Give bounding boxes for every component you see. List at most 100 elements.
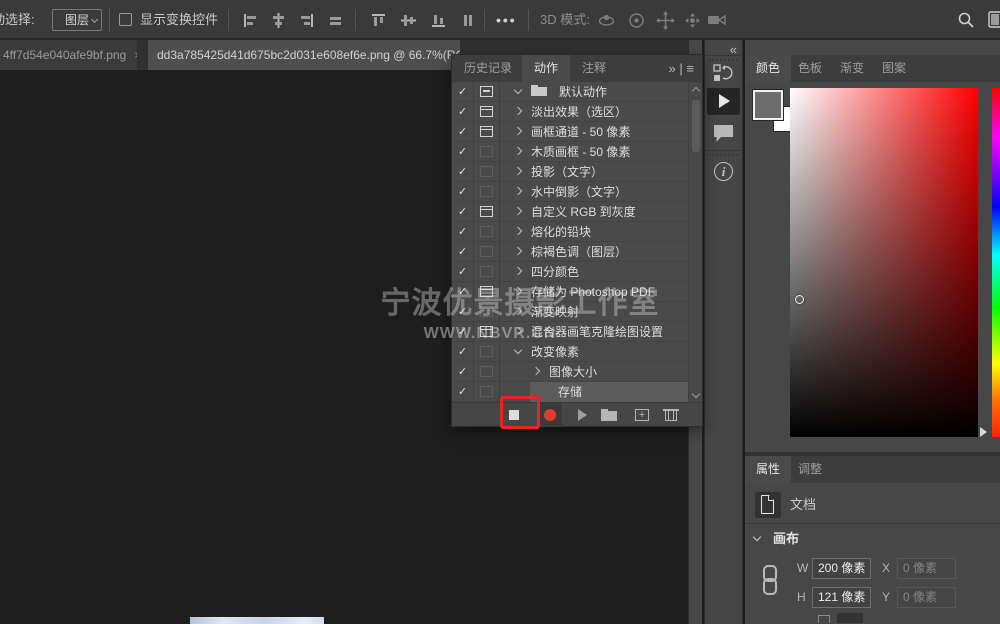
dialog-toggle-cell[interactable]	[474, 102, 500, 122]
action-enabled-checkmark[interactable]: ✓	[452, 102, 474, 122]
align-horizontal-centers-icon[interactable]	[270, 12, 287, 29]
search-icon[interactable]	[957, 11, 974, 28]
disclosure-arrow-icon[interactable]	[512, 265, 525, 278]
action-enabled-checkmark[interactable]: ✓	[452, 262, 474, 282]
dialog-toggle-cell[interactable]	[474, 122, 500, 142]
action-row-content[interactable]: 渐变映射	[500, 302, 688, 322]
dialog-toggle-cell[interactable]	[474, 242, 500, 262]
action-row[interactable]: ✓ 木质画框 - 50 像素	[452, 142, 688, 162]
dialog-toggle-cell[interactable]	[474, 382, 500, 402]
dialog-toggle-cell[interactable]	[474, 362, 500, 382]
3d-roll-icon[interactable]	[627, 11, 644, 28]
expand-panel-icon[interactable]: »	[669, 61, 676, 76]
scroll-up-icon[interactable]	[692, 86, 699, 93]
dialog-toggle-cell[interactable]	[474, 182, 500, 202]
action-enabled-checkmark[interactable]: ✓	[452, 142, 474, 162]
action-row[interactable]: ✓ 存储	[452, 382, 688, 402]
action-row[interactable]: ✓ 自定义 RGB 到灰度	[452, 202, 688, 222]
color-picker-marker[interactable]	[795, 295, 804, 304]
action-enabled-checkmark[interactable]: ✓	[452, 202, 474, 222]
saturation-brightness-field[interactable]	[790, 88, 978, 437]
disclosure-arrow-icon[interactable]	[512, 165, 525, 178]
dialog-toggle-cell[interactable]	[474, 142, 500, 162]
tab-actions[interactable]: 动作	[522, 55, 570, 82]
history-panel-icon[interactable]	[713, 64, 735, 88]
dialog-toggle-cell[interactable]	[474, 302, 500, 322]
show-transform-checkbox[interactable]	[119, 13, 132, 26]
action-row[interactable]: ✓ 默认动作	[452, 82, 688, 102]
workspace-switcher-icon[interactable]	[988, 11, 1000, 28]
distribute-vertical-icon[interactable]	[459, 12, 476, 29]
action-row[interactable]: ✓ 改变像素	[452, 342, 688, 362]
action-enabled-checkmark[interactable]: ✓	[452, 322, 474, 342]
dock-grip[interactable]	[709, 59, 738, 61]
action-row-content[interactable]: 存储为 Photoshop PDF	[500, 282, 688, 302]
new-action-set-button[interactable]	[598, 403, 620, 427]
notes-panel-icon[interactable]	[713, 124, 735, 149]
align-top-edges-icon[interactable]	[370, 12, 387, 29]
x-field[interactable]: 0 像素	[897, 558, 956, 579]
chevron-down-icon[interactable]	[753, 534, 762, 543]
action-row-content[interactable]: 四分颜色	[500, 262, 688, 282]
disclosure-arrow-icon[interactable]	[512, 325, 525, 338]
dialog-toggle-cell[interactable]	[474, 82, 500, 102]
close-tab-icon[interactable]: ×	[134, 48, 137, 62]
foreground-color-swatch[interactable]	[753, 90, 783, 120]
action-row-content[interactable]: 水中倒影（文字）	[500, 182, 688, 202]
disclosure-arrow-icon[interactable]	[512, 225, 525, 238]
play-action-button[interactable]	[572, 403, 592, 427]
document-tab-inactive[interactable]: 4ff7d54e040afe9bf.png×	[0, 40, 137, 70]
action-row[interactable]: ✓ 图像大小	[452, 362, 688, 382]
action-row-content[interactable]: 混合器画笔克隆绘图设置	[500, 322, 688, 342]
dialog-toggle-cell[interactable]	[474, 162, 500, 182]
dialog-toggle-cell[interactable]	[474, 282, 500, 302]
dialog-toggle-cell[interactable]	[474, 322, 500, 342]
tab-properties[interactable]: 属性	[745, 456, 791, 483]
action-row-content[interactable]: 默认动作	[500, 82, 688, 102]
action-row-content[interactable]: 熔化的铅块	[500, 222, 688, 242]
disclosure-arrow-icon[interactable]	[512, 285, 525, 298]
panel-menu-icon[interactable]: ≡	[686, 61, 694, 76]
tab-color[interactable]: 颜色	[745, 55, 791, 82]
dialog-toggle-cell[interactable]	[474, 342, 500, 362]
action-enabled-checkmark[interactable]: ✓	[452, 82, 474, 102]
dialog-toggle-cell[interactable]	[474, 262, 500, 282]
dialog-toggle-cell[interactable]	[474, 202, 500, 222]
action-row[interactable]: ✓ 熔化的铅块	[452, 222, 688, 242]
disclosure-arrow-icon[interactable]	[512, 85, 525, 98]
scroll-down-icon[interactable]	[692, 391, 699, 398]
y-field[interactable]: 0 像素	[897, 587, 956, 608]
3d-slide-icon[interactable]	[683, 11, 700, 28]
action-enabled-checkmark[interactable]: ✓	[452, 302, 474, 322]
tab-adjustments[interactable]: 调整	[787, 456, 833, 483]
actions-panel-icon[interactable]	[707, 88, 740, 115]
3d-camera-icon[interactable]	[707, 12, 724, 29]
disclosure-arrow-icon[interactable]	[512, 245, 525, 258]
action-enabled-checkmark[interactable]: ✓	[452, 182, 474, 202]
scrollbar[interactable]	[688, 82, 702, 402]
action-row-content[interactable]: 改变像素	[500, 342, 688, 362]
disclosure-arrow-icon[interactable]	[512, 185, 525, 198]
document-properties-button[interactable]	[755, 492, 781, 518]
action-enabled-checkmark[interactable]: ✓	[452, 242, 474, 262]
align-vertical-centers-icon[interactable]	[400, 12, 417, 29]
action-row-content[interactable]: 木质画框 - 50 像素	[500, 142, 688, 162]
distribute-horizontal-icon[interactable]	[327, 12, 344, 29]
hue-slider-marker[interactable]	[980, 427, 987, 437]
begin-recording-button[interactable]	[538, 403, 562, 427]
action-row[interactable]: ✓ 四分颜色	[452, 262, 688, 282]
more-options-button[interactable]: •••	[496, 0, 517, 40]
action-row[interactable]: ✓ 渐变映射	[452, 302, 688, 322]
action-row[interactable]: ✓ 画框通道 - 50 像素	[452, 122, 688, 142]
align-bottom-edges-icon[interactable]	[430, 12, 447, 29]
action-row-content[interactable]: 淡出效果（选区）	[500, 102, 688, 122]
action-enabled-checkmark[interactable]: ✓	[452, 362, 474, 382]
disclosure-arrow-icon[interactable]	[512, 305, 525, 318]
action-enabled-checkmark[interactable]: ✓	[452, 282, 474, 302]
disclosure-arrow-icon[interactable]	[512, 105, 525, 118]
new-action-button[interactable]: +	[632, 403, 652, 427]
dialog-toggle-cell[interactable]	[474, 222, 500, 242]
disclosure-arrow-icon[interactable]	[512, 145, 525, 158]
tab-swatches[interactable]: 色板	[787, 55, 833, 82]
delete-action-button[interactable]	[661, 403, 681, 427]
